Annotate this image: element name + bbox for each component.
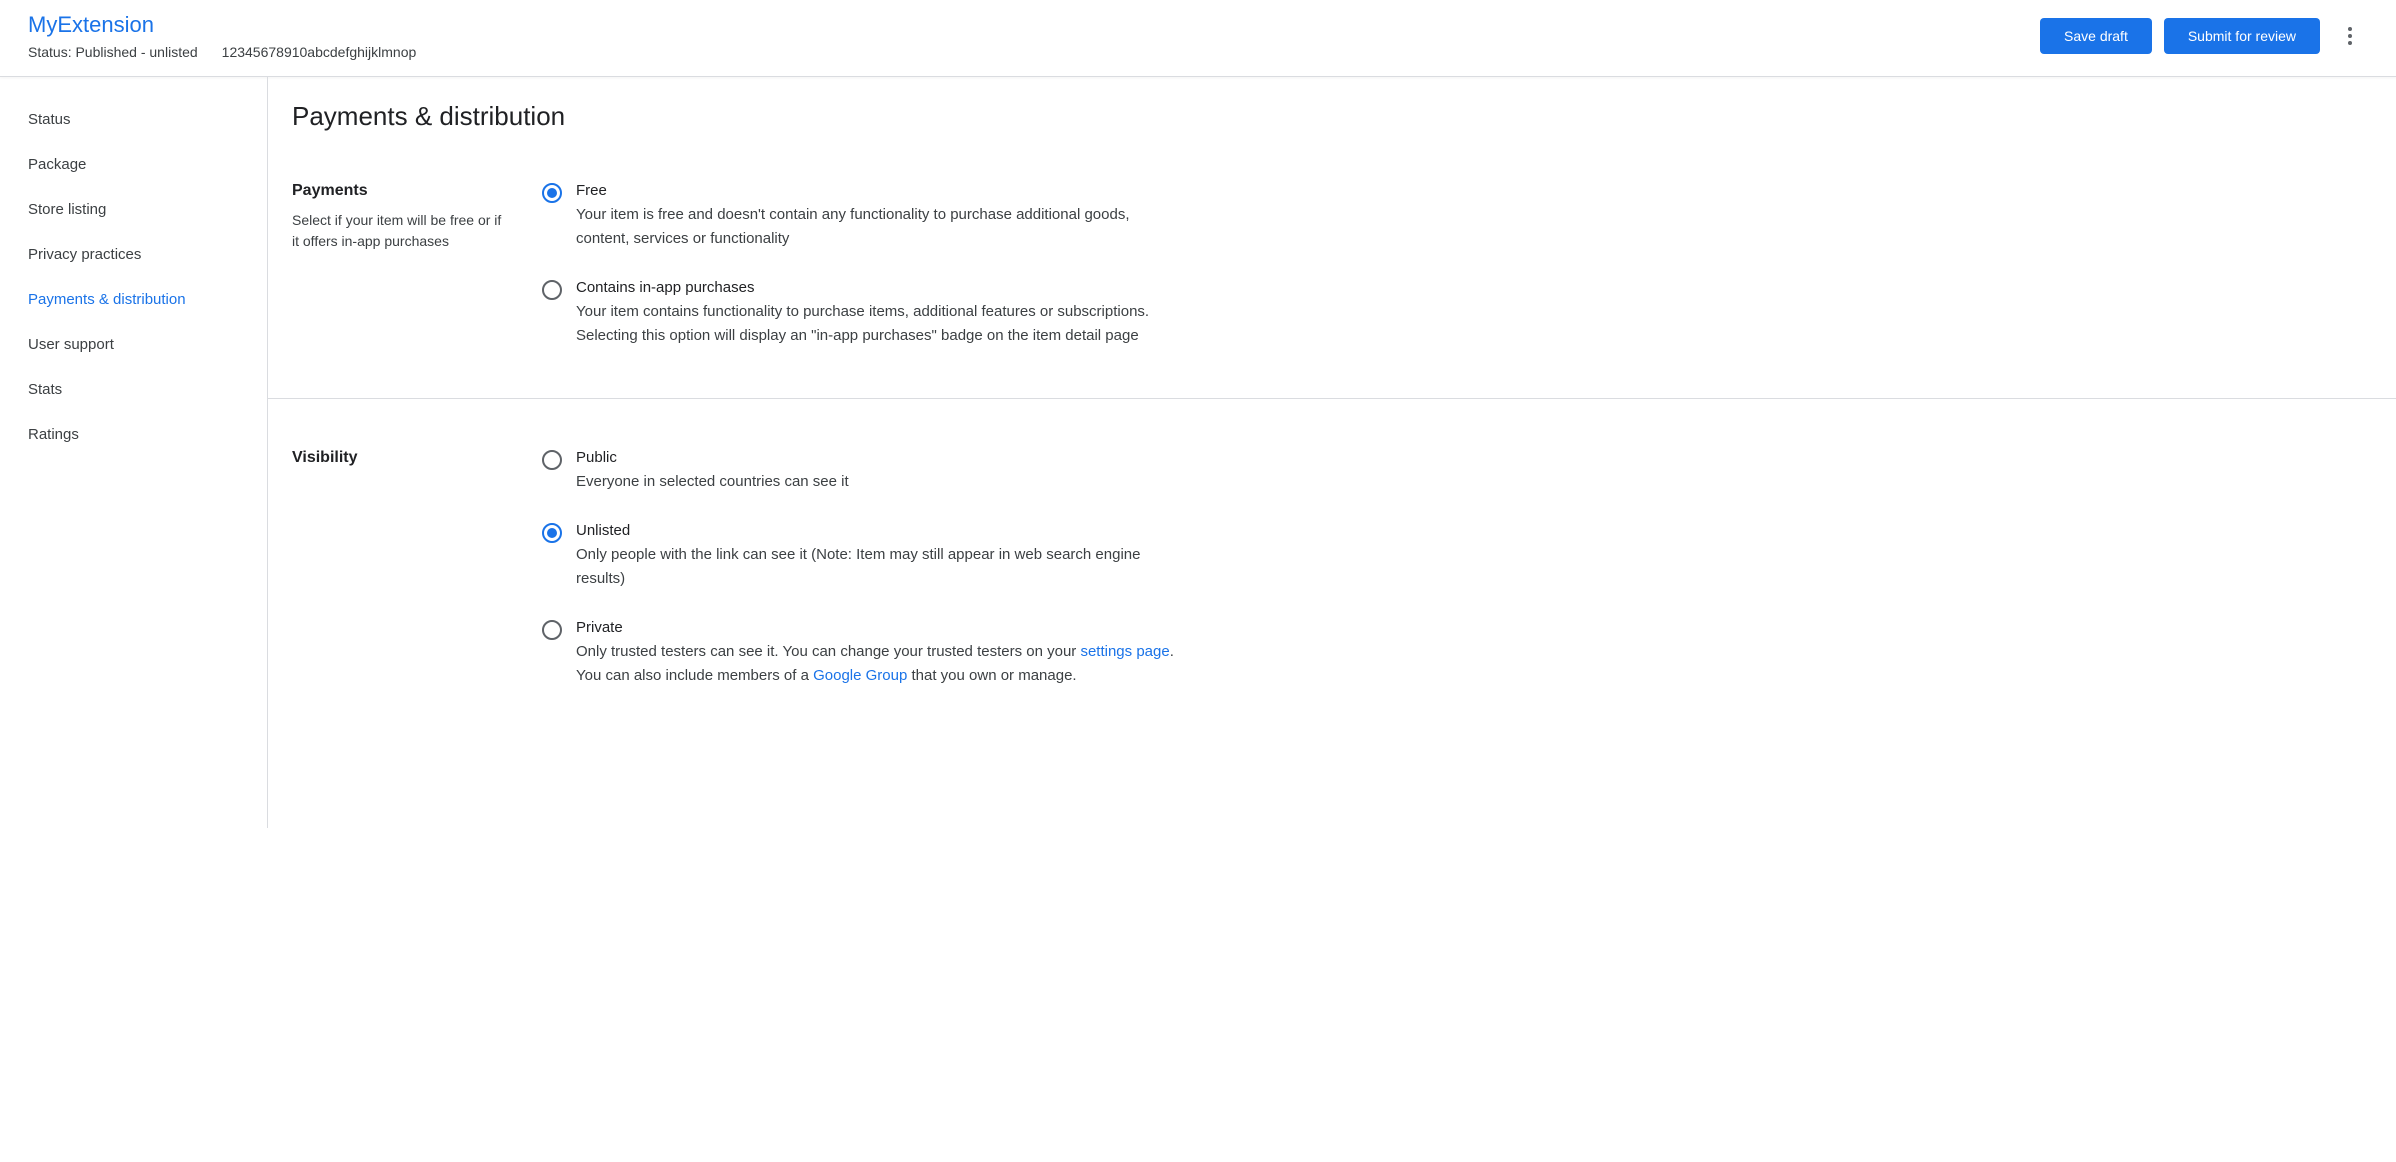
option-description: Everyone in selected countries can see i… <box>576 470 1182 494</box>
page-header: MyExtension Status: Published - unlisted… <box>0 0 2396 77</box>
submit-for-review-button[interactable]: Submit for review <box>2164 18 2320 54</box>
radio-icon <box>542 183 562 203</box>
sidebar-item-payments-distribution[interactable]: Payments & distribution <box>0 277 267 322</box>
payments-options: Free Your item is free and doesn't conta… <box>542 182 1182 348</box>
main-content: Payments & distribution Payments Select … <box>268 77 2396 828</box>
option-content: Public Everyone in selected countries ca… <box>576 449 1182 494</box>
visibility-title: Visibility <box>292 449 512 467</box>
sidebar-item-stats[interactable]: Stats <box>0 367 267 412</box>
sidebar-item-ratings[interactable]: Ratings <box>0 412 267 457</box>
status-text: Status: Published - unlisted <box>28 44 198 60</box>
option-label: Free <box>576 182 1182 199</box>
option-description: Only people with the link can see it (No… <box>576 543 1182 591</box>
header-left: MyExtension Status: Published - unlisted… <box>28 12 416 60</box>
radio-icon <box>542 620 562 640</box>
payment-option-free[interactable]: Free Your item is free and doesn't conta… <box>542 182 1182 251</box>
desc-text: You can also include members of a <box>576 667 813 684</box>
desc-text: . <box>1170 643 1174 660</box>
payments-title: Payments <box>292 182 512 200</box>
visibility-section-label: Visibility <box>292 449 512 688</box>
visibility-option-unlisted[interactable]: Unlisted Only people with the link can s… <box>542 522 1182 591</box>
radio-icon <box>542 280 562 300</box>
option-content: Private Only trusted testers can see it.… <box>576 619 1182 688</box>
app-title[interactable]: MyExtension <box>28 12 416 38</box>
visibility-section: Visibility Public Everyone in selected c… <box>292 449 2372 738</box>
option-description: Your item contains functionality to purc… <box>576 300 1182 348</box>
save-draft-button[interactable]: Save draft <box>2040 18 2152 54</box>
payments-description: Select if your item will be free or if i… <box>292 210 512 252</box>
option-description: Your item is free and doesn't contain an… <box>576 203 1182 251</box>
payments-section-label: Payments Select if your item will be fre… <box>292 182 512 348</box>
sidebar-item-user-support[interactable]: User support <box>0 322 267 367</box>
desc-text: Only trusted testers can see it. You can… <box>576 643 1080 660</box>
radio-icon <box>542 450 562 470</box>
sidebar-item-package[interactable]: Package <box>0 142 267 187</box>
option-label: Unlisted <box>576 522 1182 539</box>
visibility-option-private[interactable]: Private Only trusted testers can see it.… <box>542 619 1182 688</box>
item-id: 12345678910abcdefghijklmnop <box>222 44 417 60</box>
visibility-options: Public Everyone in selected countries ca… <box>542 449 1182 688</box>
more-options-icon[interactable] <box>2332 19 2368 53</box>
google-group-link[interactable]: Google Group <box>813 667 907 684</box>
visibility-option-public[interactable]: Public Everyone in selected countries ca… <box>542 449 1182 494</box>
option-content: Free Your item is free and doesn't conta… <box>576 182 1182 251</box>
option-content: Unlisted Only people with the link can s… <box>576 522 1182 591</box>
option-label: Contains in-app purchases <box>576 279 1182 296</box>
sidebar-item-privacy-practices[interactable]: Privacy practices <box>0 232 267 277</box>
option-label: Private <box>576 619 1182 636</box>
header-actions: Save draft Submit for review <box>2040 18 2368 54</box>
sidebar-item-status[interactable]: Status <box>0 97 267 142</box>
payment-option-in-app[interactable]: Contains in-app purchases Your item cont… <box>542 279 1182 348</box>
option-description: Only trusted testers can see it. You can… <box>576 640 1182 688</box>
desc-text: that you own or manage. <box>907 667 1076 684</box>
header-meta: Status: Published - unlisted 12345678910… <box>28 44 416 60</box>
settings-page-link[interactable]: settings page <box>1080 643 1169 660</box>
page-title: Payments & distribution <box>292 101 2372 132</box>
payments-section: Payments Select if your item will be fre… <box>268 182 2396 399</box>
option-content: Contains in-app purchases Your item cont… <box>576 279 1182 348</box>
option-label: Public <box>576 449 1182 466</box>
radio-icon <box>542 523 562 543</box>
sidebar: Status Package Store listing Privacy pra… <box>0 77 268 828</box>
sidebar-item-store-listing[interactable]: Store listing <box>0 187 267 232</box>
